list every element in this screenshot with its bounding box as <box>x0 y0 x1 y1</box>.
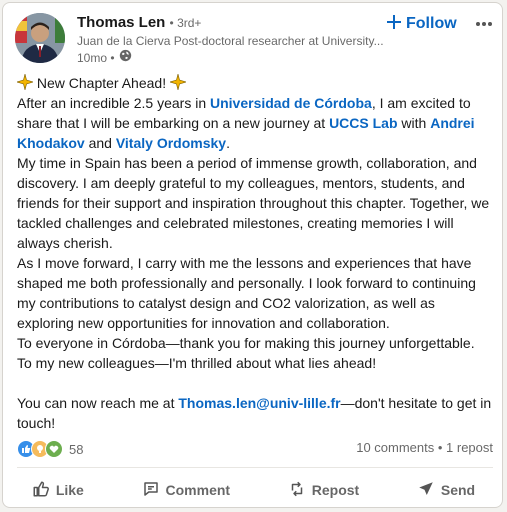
reactions-summary[interactable]: 58 <box>17 440 83 458</box>
send-button[interactable]: Send <box>409 476 483 505</box>
post-line-1: New Chapter Ahead! <box>15 73 493 93</box>
author-avatar[interactable] <box>15 13 65 63</box>
divider <box>17 467 493 468</box>
follow-button[interactable]: Follow <box>387 13 457 35</box>
repost-label: Repost <box>311 482 360 498</box>
post-paragraph-5: To everyone in Córdoba—thank you for mak… <box>17 335 475 351</box>
post-paragraph-3: My time in Spain has been a period of im… <box>17 155 490 251</box>
post-header: Thomas Len • 3rd+ Juan de la Cierva Post… <box>15 13 495 69</box>
comments-reposts-count[interactable]: 10 comments • 1 repost <box>356 440 493 455</box>
sparkle-icon <box>168 73 188 91</box>
globe-icon <box>119 49 132 66</box>
post-card: Thomas Len • 3rd+ Juan de la Cierva Post… <box>2 2 503 508</box>
repost-icon <box>288 480 306 501</box>
author-meta: Thomas Len • 3rd+ Juan de la Cierva Post… <box>77 13 397 66</box>
like-label: Like <box>55 482 84 498</box>
comment-icon <box>142 480 160 501</box>
repost-button[interactable]: Repost <box>280 476 367 505</box>
post-timestamp: 10mo • <box>77 50 115 65</box>
post-paragraph-7: You can now reach me at Thomas.len@univ-… <box>17 395 492 431</box>
more-horizontal-icon <box>475 14 493 32</box>
follow-label: Follow <box>406 15 457 32</box>
sparkle-icon <box>15 73 35 91</box>
post-body: New Chapter Ahead! After an incredible 2… <box>15 73 493 433</box>
author-name[interactable]: Thomas Len <box>77 14 165 31</box>
post-paragraph-2: After an incredible 2.5 years in Univers… <box>17 95 475 151</box>
social-counts: 58 10 comments • 1 repost <box>17 440 493 460</box>
post-paragraph-6: To my new colleagues—I'm thrilled about … <box>17 355 377 371</box>
send-icon <box>417 480 435 501</box>
thumbs-up-icon <box>32 480 50 501</box>
post-time: 10mo • <box>77 49 397 66</box>
action-bar: Like Comment Repost Send <box>3 473 504 507</box>
plus-icon <box>387 14 401 34</box>
mention-universidad-cordoba[interactable]: Universidad de Córdoba <box>210 95 372 111</box>
send-label: Send <box>440 482 476 498</box>
mention-vitaly-ordomsky[interactable]: Vitaly Ordomsky <box>116 135 226 151</box>
author-headline: Juan de la Cierva Post-doctoral research… <box>77 34 384 48</box>
comment-button[interactable]: Comment <box>134 476 239 505</box>
mention-uccs-lab[interactable]: UCCS Lab <box>329 115 397 131</box>
like-button[interactable]: Like <box>24 476 92 505</box>
support-reaction-icon <box>45 440 63 458</box>
comment-label: Comment <box>165 482 231 498</box>
post-paragraph-4: As I move forward, I carry with me the l… <box>17 255 476 331</box>
reaction-count: 58 <box>69 441 84 457</box>
email-link[interactable]: Thomas.len@univ-lille.fr <box>178 395 340 411</box>
post-headline: New Chapter Ahead! <box>36 75 167 91</box>
more-options-button[interactable] <box>472 11 496 35</box>
connection-degree: • 3rd+ <box>169 16 202 30</box>
